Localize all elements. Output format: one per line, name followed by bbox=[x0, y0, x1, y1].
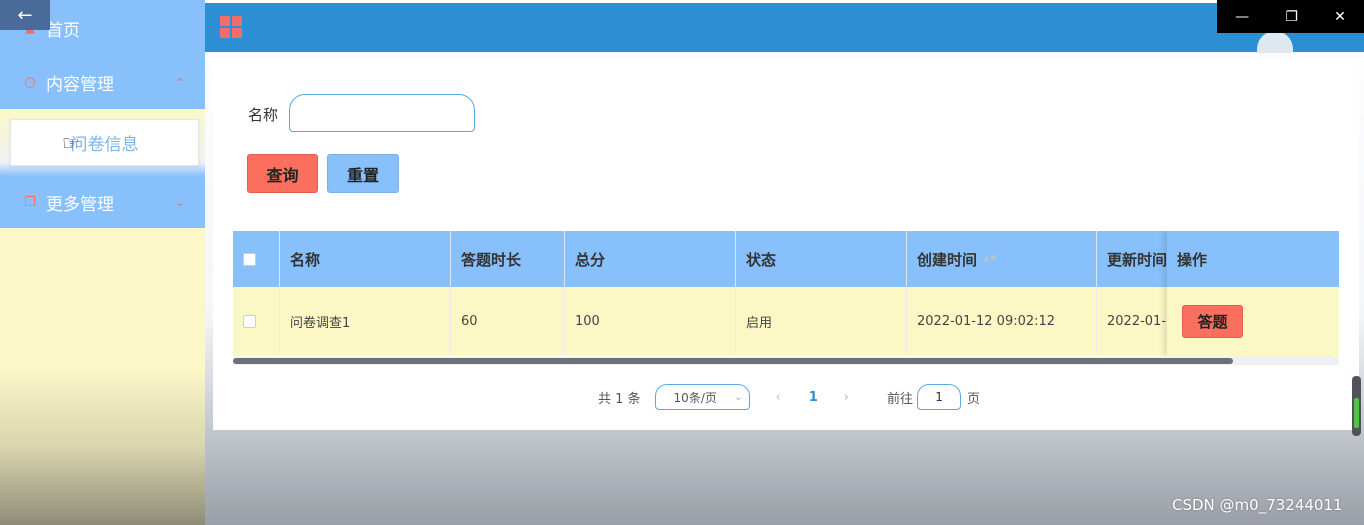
header-label: 更新时间 bbox=[1107, 250, 1168, 269]
row-cell-duration: 60 bbox=[451, 287, 565, 356]
chevron-up-icon: ⌃ bbox=[174, 75, 185, 90]
header-label: 答题时长 bbox=[461, 250, 522, 269]
data-table: 名称 答题时长 总分 状态 创建时间 ▲▼ 更新时间 问卷调查1 60 100 … bbox=[233, 231, 1339, 366]
row-cell-select bbox=[233, 287, 280, 356]
hand-cursor-icon: ☞ bbox=[62, 131, 80, 155]
chat-icon: ○ bbox=[24, 75, 36, 90]
answer-button[interactable]: 答题 bbox=[1182, 305, 1243, 338]
header-label: 创建时间 bbox=[917, 250, 978, 269]
current-page[interactable]: 1 bbox=[809, 390, 818, 405]
main-panel: 名称 查询 重置 名称 答题时长 总分 状态 创建时间 ▲▼ 更新时间 问卷调查… bbox=[213, 61, 1359, 430]
header-cell-duration: 答题时长 bbox=[451, 231, 565, 287]
grid-menu-icon[interactable] bbox=[220, 16, 242, 38]
row-cell-operations: 答题 bbox=[1167, 287, 1339, 356]
reset-button[interactable]: 重置 bbox=[327, 154, 399, 193]
operations-column: 操作 答题 bbox=[1167, 231, 1339, 356]
chevron-down-icon: ⌄ bbox=[734, 391, 743, 403]
query-button[interactable]: 查询 bbox=[247, 154, 318, 193]
header-cell-score: 总分 bbox=[565, 231, 736, 287]
pagination: 共 1 条 10条/页 ⌄ ‹ 1 › 前往 1 页 bbox=[598, 384, 980, 410]
top-bar bbox=[205, 3, 1364, 53]
minimize-icon[interactable]: — bbox=[1235, 9, 1249, 25]
scroll-level-indicator bbox=[1354, 398, 1359, 428]
sidebar-item-label: 内容管理 bbox=[46, 75, 114, 95]
goto-page-input[interactable]: 1 bbox=[917, 384, 962, 410]
sidebar-item-content-management[interactable]: ○ 内容管理 ⌃ bbox=[0, 56, 205, 109]
sidebar-item-more-management[interactable]: ❐ 更多管理 ⌄ bbox=[0, 176, 205, 228]
header-cell-name: 名称 bbox=[280, 231, 451, 287]
row-cell-created: 2022-01-12 09:02:12 bbox=[907, 287, 1097, 356]
sidebar-item-label: 问卷信息 bbox=[70, 135, 139, 155]
header-cell-created[interactable]: 创建时间 ▲▼ bbox=[907, 231, 1097, 287]
row-cell-score: 100 bbox=[565, 287, 736, 356]
header-cell-select bbox=[233, 231, 280, 287]
header-cell-status: 状态 bbox=[736, 231, 907, 287]
sidebar: ▲ 首页 ○ 内容管理 ⌃ 问卷信息 ☞ ❐ 更多管理 ⌄ bbox=[0, 0, 205, 525]
goto-label: 前往 bbox=[887, 391, 914, 407]
header-label: 状态 bbox=[746, 250, 777, 269]
page-size-value: 10条/页 bbox=[673, 390, 717, 405]
next-page-icon[interactable]: › bbox=[844, 390, 849, 405]
select-all-checkbox[interactable] bbox=[243, 252, 256, 266]
row-cell-name: 问卷调查1 bbox=[280, 287, 451, 356]
header-label: 名称 bbox=[290, 250, 321, 269]
scrollbar-thumb[interactable] bbox=[233, 358, 1233, 364]
page-size-select[interactable]: 10条/页 ⌄ bbox=[654, 384, 750, 410]
header-cell-operations: 操作 bbox=[1167, 231, 1339, 287]
row-checkbox[interactable] bbox=[243, 315, 256, 328]
row-cell-status: 启用 bbox=[736, 287, 907, 356]
vertical-scroll-indicator[interactable] bbox=[1352, 376, 1361, 436]
watermark: CSDN @m0_73244011 bbox=[1172, 496, 1343, 514]
name-label: 名称 bbox=[248, 106, 279, 124]
sidebar-item-survey-info[interactable]: 问卷信息 bbox=[10, 119, 199, 166]
maximize-icon[interactable]: ❐ bbox=[1285, 9, 1298, 25]
chevron-down-icon: ⌄ bbox=[174, 195, 185, 209]
back-button[interactable]: ← bbox=[0, 0, 50, 30]
avatar[interactable] bbox=[1257, 31, 1293, 53]
total-count: 共 1 条 bbox=[598, 391, 641, 407]
close-icon[interactable]: ✕ bbox=[1334, 9, 1346, 25]
name-search-input[interactable] bbox=[289, 94, 475, 132]
sort-icon[interactable]: ▲▼ bbox=[983, 254, 997, 264]
header-label: 总分 bbox=[575, 250, 606, 269]
prev-page-icon[interactable]: ‹ bbox=[776, 390, 781, 405]
back-arrow-icon: ← bbox=[17, 4, 33, 26]
window-controls: — ❐ ✕ bbox=[1217, 0, 1364, 33]
page-suffix-label: 页 bbox=[967, 391, 981, 407]
copy-icon: ❐ bbox=[24, 194, 36, 210]
horizontal-scrollbar[interactable] bbox=[233, 357, 1339, 365]
sidebar-item-label: 更多管理 bbox=[46, 194, 114, 215]
sidebar-item-label: 首页 bbox=[46, 20, 80, 41]
